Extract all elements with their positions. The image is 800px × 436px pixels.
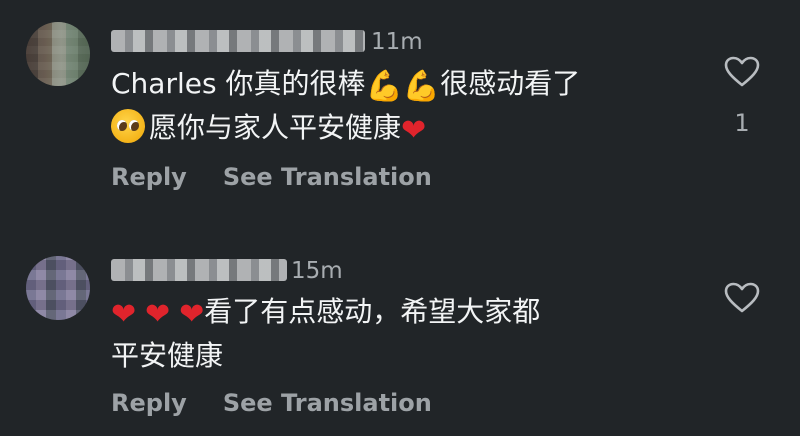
like-count: 1 — [734, 109, 750, 137]
flexed-biceps-icon: 💪 — [402, 69, 441, 104]
heart-outline-icon — [724, 56, 760, 87]
comment-actions: Reply See Translation — [111, 163, 432, 191]
red-heart-icon: ❤ — [111, 297, 137, 332]
comment-text-prefix: Charles 你真的很棒 — [111, 67, 366, 100]
comment-item: 15m ❤ ❤ ❤看了有点感动，希望大家都 平安健康 Reply See Tran… — [0, 228, 800, 436]
comment-text-line2: 愿你与家人平安健康 — [149, 111, 402, 144]
comment-text: Charles 你真的很棒💪💪很感动看了 愿你与家人平安健康❤ — [111, 62, 691, 150]
timestamp: 15m — [291, 258, 343, 284]
comment-item: 11m Charles 你真的很棒💪💪很感动看了 愿你与家人平安健康❤ Repl… — [0, 0, 800, 218]
comment-text-line2: 平安健康 — [111, 339, 224, 372]
comment-text: ❤ ❤ ❤看了有点感动，希望大家都 平安健康 — [111, 290, 691, 378]
red-heart-icon: ❤ — [145, 297, 171, 332]
timestamp: 11m — [371, 29, 423, 55]
red-heart-icon: ❤ — [179, 297, 205, 332]
flexed-biceps-icon: 💪 — [365, 69, 403, 104]
comment-actions: Reply See Translation — [111, 389, 432, 417]
red-heart-icon: ❤ — [401, 113, 427, 148]
like-button[interactable] — [724, 282, 760, 314]
username-redacted[interactable] — [111, 30, 365, 52]
reply-button[interactable]: Reply — [111, 163, 187, 191]
avatar[interactable] — [26, 256, 90, 320]
comment-text-main: 看了有点感动，希望大家都 — [204, 295, 541, 328]
pleading-face-icon — [111, 109, 145, 143]
see-translation-button[interactable]: See Translation — [223, 163, 432, 191]
like-button[interactable] — [724, 56, 760, 88]
comment-text-mid: 很感动看了 — [440, 67, 581, 100]
username-redacted[interactable] — [111, 259, 287, 281]
avatar[interactable] — [26, 22, 90, 86]
reply-button[interactable]: Reply — [111, 389, 187, 417]
heart-outline-icon — [724, 282, 760, 313]
see-translation-button[interactable]: See Translation — [223, 389, 432, 417]
